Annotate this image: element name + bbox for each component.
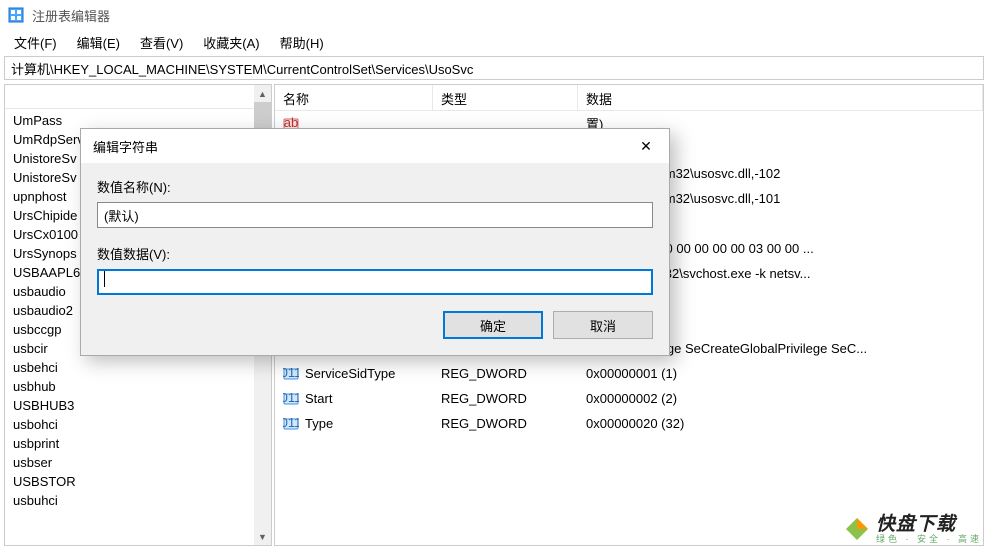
watermark-logo-icon [844, 516, 870, 542]
cancel-button[interactable]: 取消 [553, 311, 653, 339]
col-name[interactable]: 名称 [275, 85, 433, 110]
value-name: Start [305, 391, 332, 406]
menu-favorites[interactable]: 收藏夹(A) [193, 31, 269, 54]
value-row[interactable]: 011 Type REG_DWORD0x00000020 (32) [275, 411, 983, 436]
value-name: Type [305, 416, 333, 431]
address-text: 计算机\HKEY_LOCAL_MACHINE\SYSTEM\CurrentCon… [11, 59, 473, 78]
ok-button[interactable]: 确定 [443, 311, 543, 339]
dialog-title: 编辑字符串 [93, 137, 158, 156]
menubar: 文件(F) 编辑(E) 查看(V) 收藏夹(A) 帮助(H) [0, 30, 988, 54]
value-name: ServiceSidType [305, 366, 395, 381]
value-type: REG_DWORD [433, 416, 578, 431]
reg-binary-icon: 011 [283, 391, 299, 407]
dialog-body: 数值名称(N): 数值数据(V): 确定 取消 [81, 163, 669, 355]
dialog-buttons: 确定 取消 [97, 311, 653, 339]
address-bar[interactable]: 计算机\HKEY_LOCAL_MACHINE\SYSTEM\CurrentCon… [4, 56, 984, 80]
svg-text:011: 011 [283, 416, 299, 430]
value-data: 0x00000001 (1) [578, 366, 983, 381]
value-data-input[interactable] [97, 269, 653, 295]
tree-item[interactable]: usbehci [5, 358, 271, 377]
value-row[interactable]: 011 ServiceSidType REG_DWORD0x00000001 (1) [275, 361, 983, 386]
value-name-input[interactable] [97, 202, 653, 228]
value-data-label: 数值数据(V): [97, 244, 653, 263]
scroll-down-icon[interactable]: ▼ [254, 528, 271, 545]
reg-binary-icon: 011 [283, 366, 299, 382]
tree-item[interactable]: USBSTOR [5, 472, 271, 491]
close-icon[interactable]: ✕ [623, 130, 669, 162]
tree-header [5, 85, 271, 109]
tree-item[interactable]: usbhub [5, 377, 271, 396]
edit-string-dialog: 编辑字符串 ✕ 数值名称(N): 数值数据(V): 确定 取消 [80, 128, 670, 356]
menu-file[interactable]: 文件(F) [4, 31, 67, 54]
menu-view[interactable]: 查看(V) [130, 31, 193, 54]
reg-binary-icon: 011 [283, 416, 299, 432]
value-type: REG_DWORD [433, 366, 578, 381]
value-row[interactable]: 011 Start REG_DWORD0x00000002 (2) [275, 386, 983, 411]
col-type[interactable]: 类型 [433, 85, 578, 110]
value-name-label: 数值名称(N): [97, 177, 653, 196]
window-title: 注册表编辑器 [32, 6, 110, 25]
value-type: REG_DWORD [433, 391, 578, 406]
svg-text:011: 011 [283, 366, 299, 380]
tree-item[interactable]: USBHUB3 [5, 396, 271, 415]
menu-help[interactable]: 帮助(H) [270, 31, 334, 54]
svg-text:011: 011 [283, 391, 299, 405]
regedit-app-icon [8, 7, 24, 23]
dialog-titlebar[interactable]: 编辑字符串 ✕ [81, 129, 669, 163]
watermark-subtitle: 绿色 · 安全 · 高速 [876, 535, 982, 544]
menu-edit[interactable]: 编辑(E) [67, 31, 130, 54]
tree-item[interactable]: usbohci [5, 415, 271, 434]
watermark: 快盘下载 绿色 · 安全 · 高速 [844, 515, 982, 544]
tree-item[interactable]: usbuhci [5, 491, 271, 510]
values-header: 名称 类型 数据 [275, 85, 983, 111]
tree-item[interactable]: usbser [5, 453, 271, 472]
value-data: 0x00000002 (2) [578, 391, 983, 406]
window-titlebar: 注册表编辑器 [0, 0, 988, 30]
watermark-title: 快盘下载 [876, 515, 982, 535]
value-data: 0x00000020 (32) [578, 416, 983, 431]
scroll-up-icon[interactable]: ▲ [254, 85, 271, 102]
tree-item[interactable]: usbprint [5, 434, 271, 453]
col-data[interactable]: 数据 [578, 85, 983, 110]
